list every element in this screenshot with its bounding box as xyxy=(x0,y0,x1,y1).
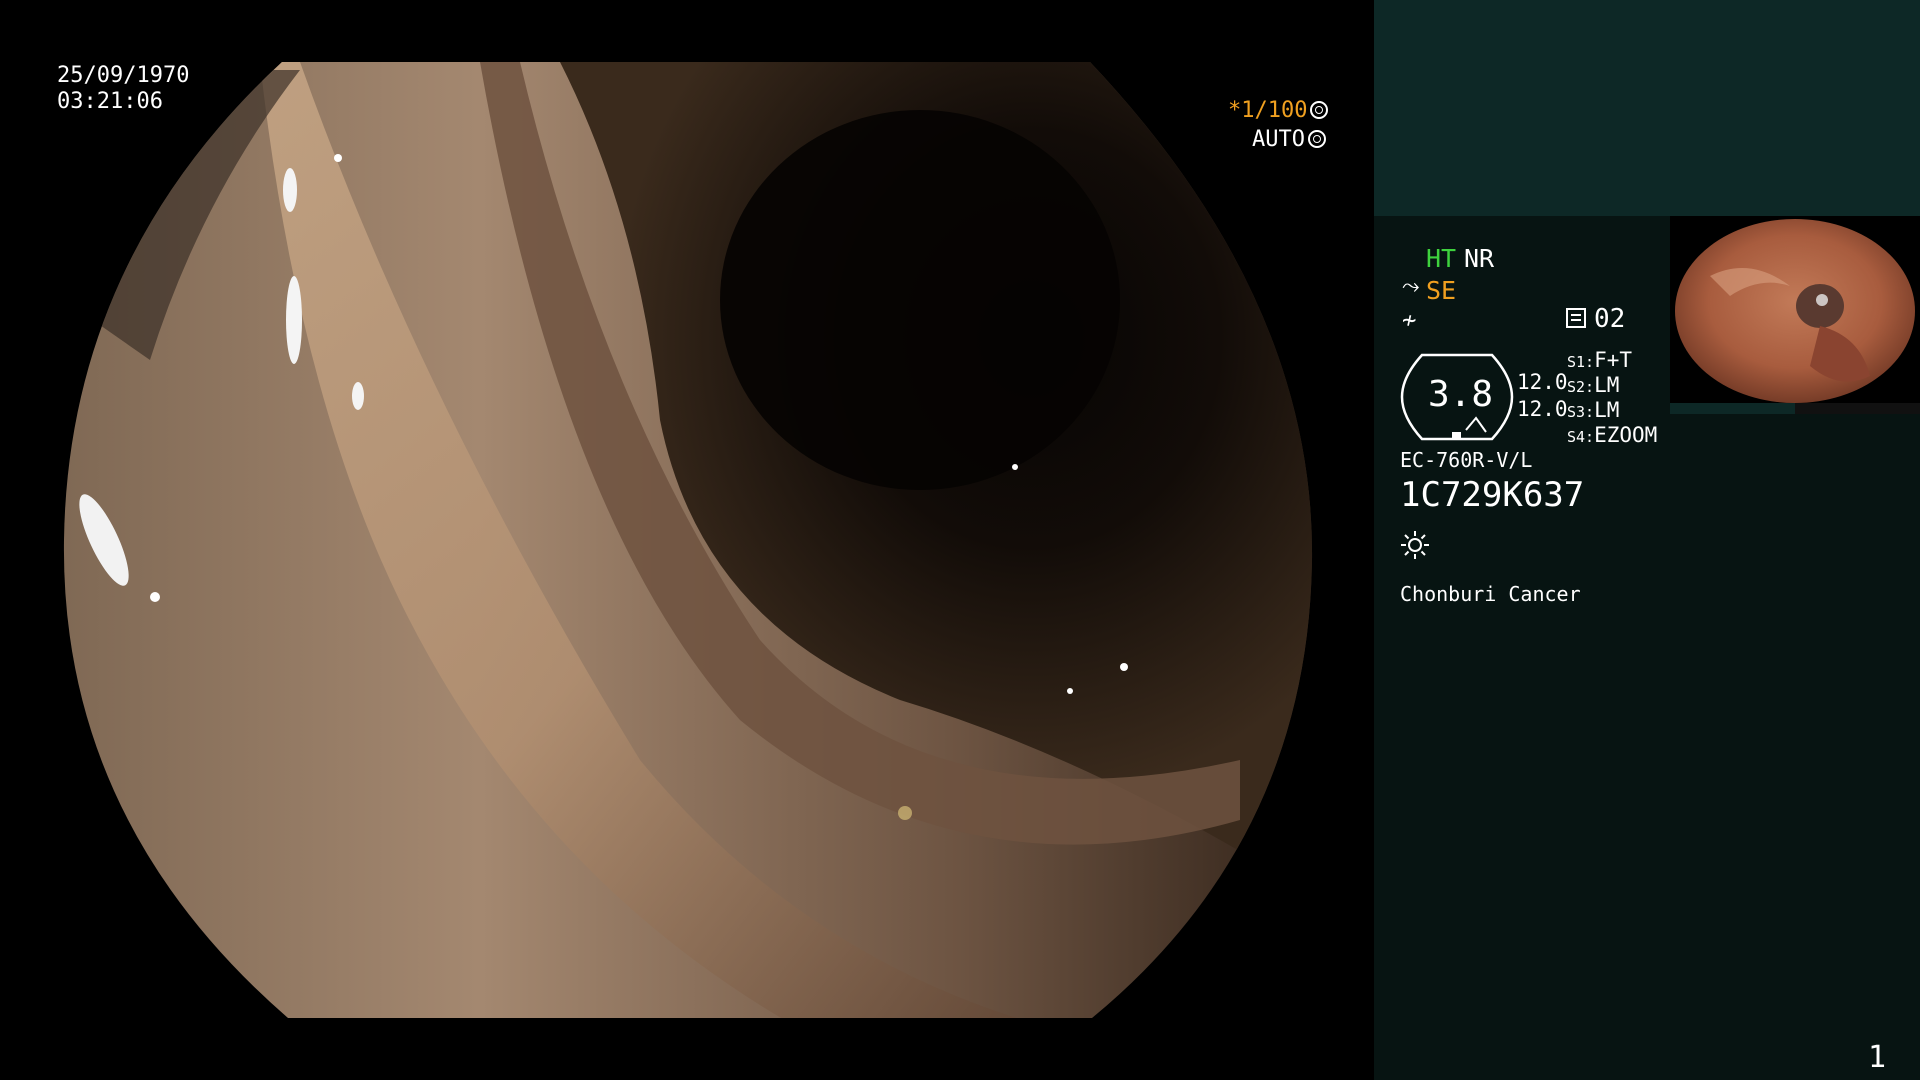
switch-s1: S1:F+T xyxy=(1567,348,1632,372)
shutter-indicator: *1/100 xyxy=(1228,98,1370,124)
sun-icon xyxy=(1401,531,1429,559)
switch-key: S3: xyxy=(1567,403,1595,421)
endoscopic-image xyxy=(63,62,1313,1018)
hospital-name: Chonburi Cancer xyxy=(1400,582,1581,606)
thumbnail-image xyxy=(1675,219,1915,403)
gauge-value: 3.8 xyxy=(1428,374,1494,415)
info-panel: HT NR ⤳ SE ≁ 02 3.8 12.0 12.0 S1:F+T S2:… xyxy=(1374,0,1920,1080)
nr-indicator: NR xyxy=(1464,244,1495,273)
thumbnail-status-bar xyxy=(1670,403,1920,414)
switch-key: S1: xyxy=(1567,353,1595,371)
iris-indicator: AUTO xyxy=(1252,127,1326,153)
switch-s3: S3:LM xyxy=(1567,398,1619,422)
switch-s4: S4:EZOOM xyxy=(1567,423,1657,447)
switch-key: S4: xyxy=(1567,428,1595,446)
switch-value: F+T xyxy=(1594,348,1633,372)
scope-model: EC-760R-V/L xyxy=(1400,448,1533,472)
switch-value: EZOOM xyxy=(1594,423,1658,447)
switch-key: S2: xyxy=(1567,378,1595,396)
ht-indicator: HT xyxy=(1426,244,1457,273)
memory-value: 02 xyxy=(1594,304,1626,334)
function-icon: ≁ xyxy=(1402,306,1417,334)
scope-serial: 1C729K637 xyxy=(1400,475,1585,515)
page-number: 1 xyxy=(1868,1040,1887,1075)
exam-date: 25/09/1970 xyxy=(57,63,190,88)
se-indicator: SE xyxy=(1426,276,1457,305)
switch-s2: S2:LM xyxy=(1567,373,1619,397)
iris-icon xyxy=(1307,130,1326,148)
panel-header xyxy=(1374,0,1920,216)
aperture-icon xyxy=(1310,101,1329,119)
setting-value-b: 12.0 xyxy=(1517,397,1568,421)
shutter-speed: *1/100 xyxy=(1228,98,1308,123)
setting-value-a: 12.0 xyxy=(1517,370,1568,394)
iris-mode: AUTO xyxy=(1252,127,1305,152)
endoscopic-image-view: 25/09/1970 03:21:06 *1/100 AUTO xyxy=(0,0,1370,1080)
memory-card-icon xyxy=(1566,308,1586,328)
endoscope-monitor: 25/09/1970 03:21:06 *1/100 AUTO HT NR ⤳ … xyxy=(0,0,1920,1080)
switch-value: LM xyxy=(1594,373,1620,397)
captured-thumbnail[interactable] xyxy=(1670,216,1920,414)
hook-icon: ⤳ xyxy=(1402,274,1420,299)
exam-time: 03:21:06 xyxy=(57,89,163,114)
switch-value: LM xyxy=(1594,398,1620,422)
